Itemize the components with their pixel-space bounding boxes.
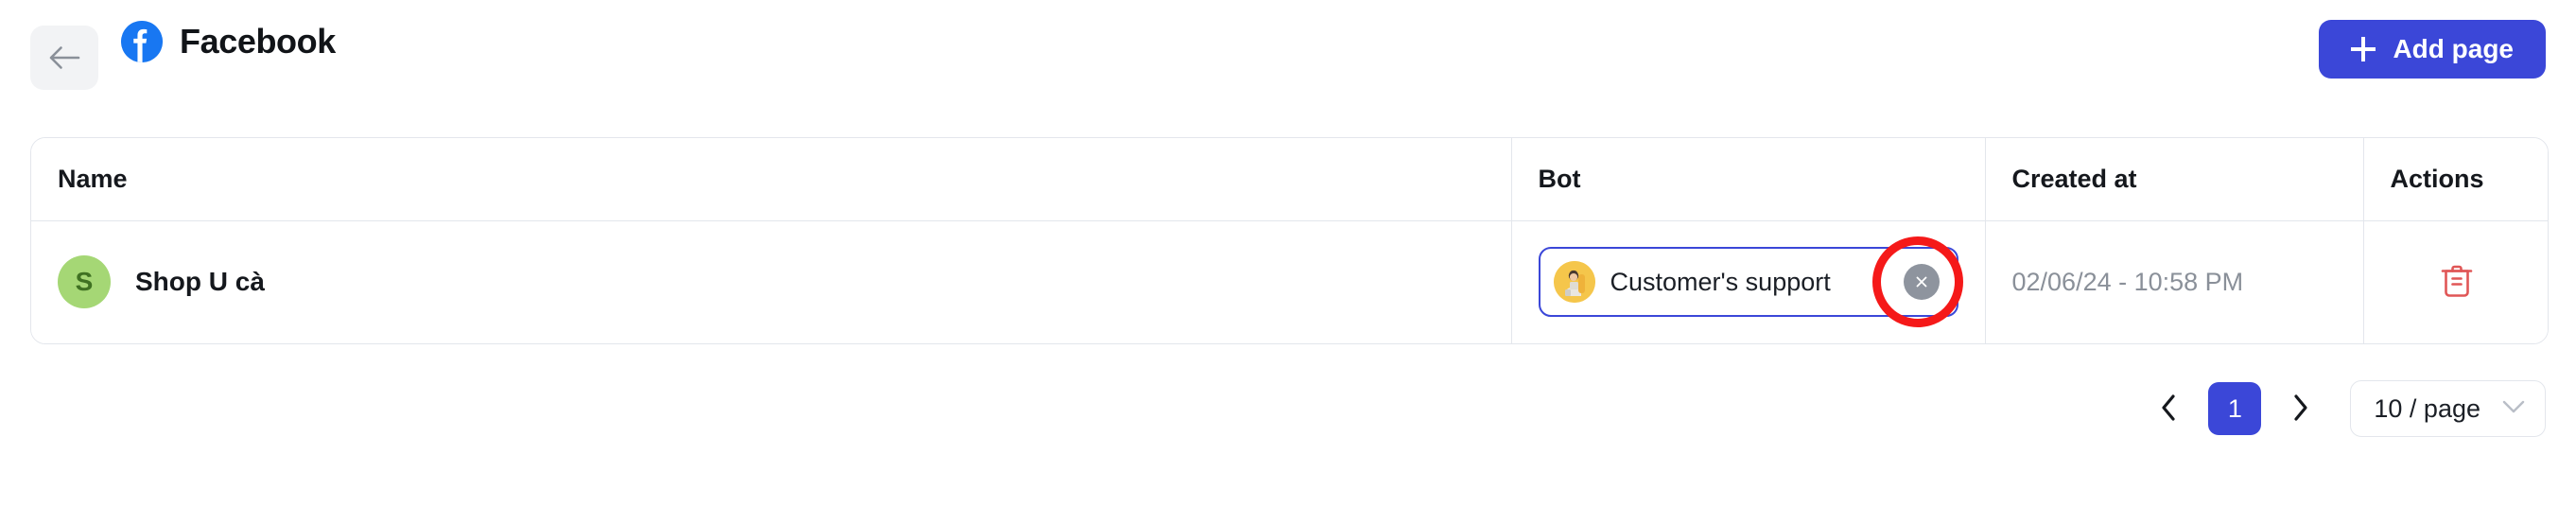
avatar: S — [58, 255, 111, 309]
table-row[interactable]: S Shop U cà Customer's support 02/06/24 … — [31, 220, 2548, 343]
facebook-logo-icon — [121, 21, 163, 62]
table-header: Name Bot Created at Actions — [31, 138, 2548, 221]
close-circle-icon — [1913, 273, 1930, 290]
facebook-pages-screen: Facebook Add page Name Bot Created at Ac… — [0, 0, 2576, 507]
table-header-row: Name Bot Created at Actions — [31, 138, 2548, 221]
pagination-prev-button[interactable] — [2148, 382, 2189, 435]
pagination-next-button[interactable] — [2280, 382, 2322, 435]
add-page-label: Add page — [2393, 34, 2514, 63]
table-body: S Shop U cà Customer's support 02/06/24 … — [31, 220, 2548, 343]
page-header: Facebook Add page — [0, 0, 2576, 115]
chevron-down-icon — [2501, 399, 2526, 419]
row-actions — [2391, 256, 2524, 308]
column-header-created-at: Created at — [1985, 138, 2364, 221]
delete-row-button[interactable] — [2433, 256, 2480, 308]
column-header-actions: Actions — [2363, 138, 2548, 221]
column-header-bot: Bot — [1511, 138, 1986, 221]
back-button[interactable] — [30, 26, 98, 90]
bot-select-wrapper: Customer's support — [1538, 236, 1963, 328]
brand: Facebook — [121, 21, 336, 62]
page-size-label: 10 / page — [2374, 393, 2480, 423]
page-title: Facebook — [180, 22, 336, 61]
plus-icon — [2351, 37, 2376, 61]
column-header-name: Name — [31, 138, 1512, 221]
chevron-left-icon — [2159, 393, 2178, 425]
page-name-label: Shop U cà — [135, 267, 265, 297]
chevron-right-icon — [2291, 393, 2310, 425]
created-at-label: 02/06/24 - 10:58 PM — [2011, 267, 2244, 296]
add-page-button[interactable]: Add page — [2319, 20, 2546, 79]
page-identity: S Shop U cà — [58, 255, 1485, 309]
pagination: 1 10 / page — [2148, 378, 2546, 439]
cell-name: S Shop U cà — [31, 220, 1512, 343]
bot-label: Customer's support — [1610, 267, 1831, 296]
bot-select[interactable]: Customer's support — [1538, 247, 1958, 318]
pagination-page-1-button[interactable]: 1 — [2208, 382, 2262, 435]
bot-clear-button[interactable] — [1903, 264, 1940, 301]
bot-avatar-icon — [1553, 261, 1595, 304]
trash-icon — [2439, 262, 2475, 303]
cell-actions — [2363, 220, 2548, 343]
cell-bot: Customer's support — [1511, 220, 1986, 343]
cell-created-at: 02/06/24 - 10:58 PM — [1985, 220, 2364, 343]
pages-table-card: Name Bot Created at Actions S Shop U cà — [30, 137, 2549, 344]
pages-table: Name Bot Created at Actions S Shop U cà — [31, 138, 2548, 343]
page-size-select[interactable]: 10 / page — [2350, 380, 2546, 437]
back-arrow-icon — [48, 45, 80, 70]
